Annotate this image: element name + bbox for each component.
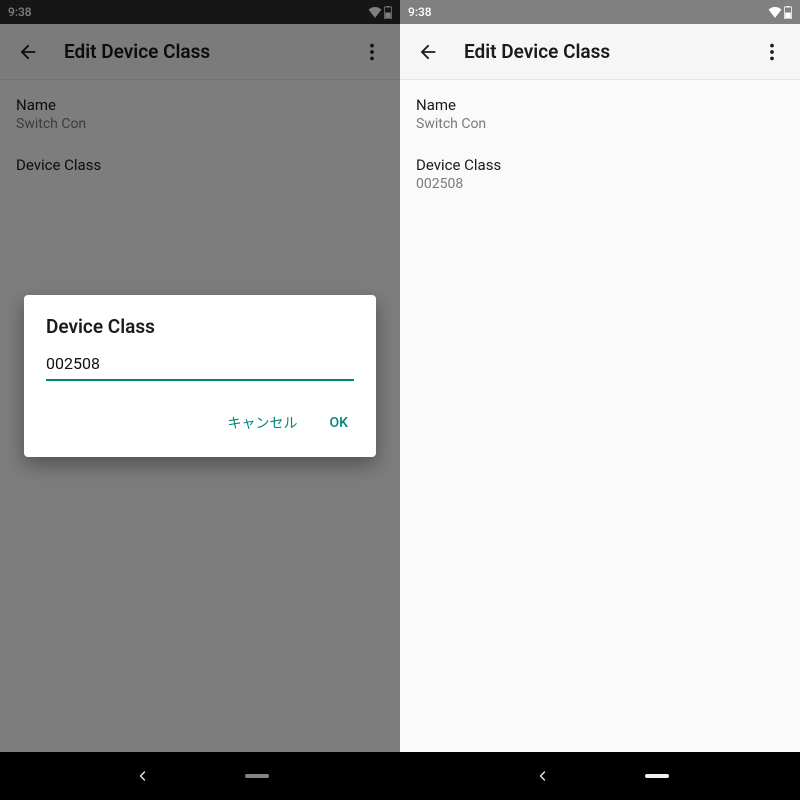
field-device-class[interactable]: Device Class 002508: [416, 150, 784, 210]
screenshot-right-pane: 9:38 Edit Device Class: [400, 0, 800, 800]
settings-content: Name Switch Con Device Class 002508: [400, 80, 800, 752]
field-device-class-value: 002508: [416, 176, 784, 192]
ok-button[interactable]: OK: [324, 405, 355, 441]
nav-home-button[interactable]: [645, 764, 669, 788]
home-pill-icon: [645, 774, 669, 778]
nav-home-button[interactable]: [245, 764, 269, 788]
home-pill-icon: [245, 774, 269, 778]
dialog-title: Device Class: [46, 315, 354, 338]
field-name-label: Name: [416, 96, 784, 114]
page-title: Edit Device Class: [464, 40, 736, 63]
system-nav-bar: [400, 752, 800, 800]
cancel-button[interactable]: キャンセル: [222, 405, 304, 441]
nav-back-button[interactable]: [131, 764, 155, 788]
dialog-actions: キャンセル OK: [46, 401, 354, 449]
battery-icon: [784, 6, 792, 19]
more-vert-icon: [761, 41, 783, 63]
back-button[interactable]: [408, 32, 448, 72]
overflow-menu-button[interactable]: [752, 32, 792, 72]
device-class-dialog: Device Class キャンセル OK: [24, 295, 376, 457]
wifi-icon: [768, 6, 782, 18]
modal-scrim[interactable]: Device Class キャンセル OK: [0, 0, 400, 752]
status-time: 9:38: [408, 5, 432, 19]
system-nav-bar: [0, 752, 400, 800]
field-name-value: Switch Con: [416, 116, 784, 132]
arrow-back-icon: [417, 41, 439, 63]
screenshot-left-pane: 9:38 Edit Device Class: [0, 0, 400, 800]
field-device-class-label: Device Class: [416, 156, 784, 174]
app-bar: Edit Device Class: [400, 24, 800, 80]
nav-back-button[interactable]: [531, 764, 555, 788]
field-name[interactable]: Name Switch Con: [416, 90, 784, 150]
status-bar: 9:38: [400, 0, 800, 24]
device-class-input[interactable]: [46, 350, 354, 381]
